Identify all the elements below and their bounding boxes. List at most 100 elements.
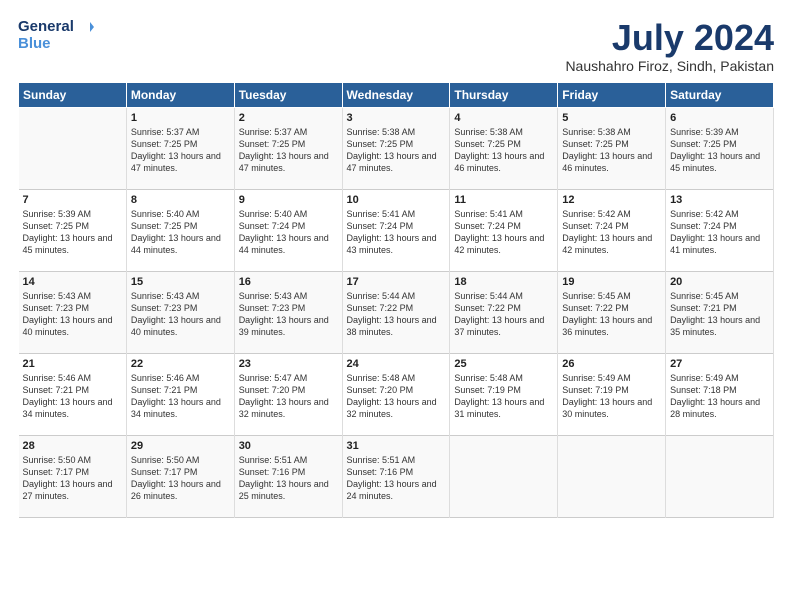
day-number: 19	[562, 276, 661, 288]
cell-daylight-info: Sunrise: 5:38 AM Sunset: 7:25 PM Dayligh…	[347, 126, 446, 175]
cell-daylight-info: Sunrise: 5:47 AM Sunset: 7:20 PM Dayligh…	[239, 372, 338, 421]
col-saturday: Saturday	[666, 82, 774, 107]
table-row	[666, 435, 774, 517]
table-row: 2 Sunrise: 5:37 AM Sunset: 7:25 PM Daylig…	[234, 107, 342, 189]
day-number: 2	[239, 112, 338, 124]
cell-daylight-info: Sunrise: 5:45 AM Sunset: 7:21 PM Dayligh…	[670, 290, 769, 339]
table-row: 12 Sunrise: 5:42 AM Sunset: 7:24 PM Dayli…	[558, 189, 666, 271]
table-row: 13 Sunrise: 5:42 AM Sunset: 7:24 PM Dayli…	[666, 189, 774, 271]
day-number: 29	[131, 440, 230, 452]
day-number: 6	[670, 112, 769, 124]
cell-daylight-info: Sunrise: 5:46 AM Sunset: 7:21 PM Dayligh…	[23, 372, 122, 421]
cell-daylight-info: Sunrise: 5:38 AM Sunset: 7:25 PM Dayligh…	[562, 126, 661, 175]
page-subtitle: Naushahro Firoz, Sindh, Pakistan	[565, 58, 774, 74]
day-number: 31	[347, 440, 446, 452]
cell-daylight-info: Sunrise: 5:48 AM Sunset: 7:20 PM Dayligh…	[347, 372, 446, 421]
table-row: 24 Sunrise: 5:48 AM Sunset: 7:20 PM Dayli…	[342, 353, 450, 435]
cell-daylight-info: Sunrise: 5:37 AM Sunset: 7:25 PM Dayligh…	[239, 126, 338, 175]
day-number: 22	[131, 358, 230, 370]
day-number: 4	[454, 112, 553, 124]
cell-daylight-info: Sunrise: 5:46 AM Sunset: 7:21 PM Dayligh…	[131, 372, 230, 421]
day-number: 9	[239, 194, 338, 206]
logo-container: General Blue	[18, 18, 94, 53]
day-number: 12	[562, 194, 661, 206]
cell-daylight-info: Sunrise: 5:41 AM Sunset: 7:24 PM Dayligh…	[454, 208, 553, 257]
table-row: 19 Sunrise: 5:45 AM Sunset: 7:22 PM Dayli…	[558, 271, 666, 353]
table-row: 4Sunrise: 5:38 AM Sunset: 7:25 PM Daylig…	[450, 107, 558, 189]
day-number: 11	[454, 194, 553, 206]
cell-daylight-info: Sunrise: 5:50 AM Sunset: 7:17 PM Dayligh…	[23, 454, 122, 503]
logo-text-general: General	[18, 19, 74, 36]
cell-daylight-info: Sunrise: 5:42 AM Sunset: 7:24 PM Dayligh…	[670, 208, 769, 257]
table-row: 28 Sunrise: 5:50 AM Sunset: 7:17 PM Dayli…	[19, 435, 127, 517]
day-number: 27	[670, 358, 769, 370]
table-row: 10 Sunrise: 5:41 AM Sunset: 7:24 PM Dayli…	[342, 189, 450, 271]
col-wednesday: Wednesday	[342, 82, 450, 107]
title-block: July 2024 Naushahro Firoz, Sindh, Pakist…	[565, 18, 774, 74]
day-number: 1	[131, 112, 230, 124]
table-row	[19, 107, 127, 189]
cell-daylight-info: Sunrise: 5:43 AM Sunset: 7:23 PM Dayligh…	[239, 290, 338, 339]
cell-daylight-info: Sunrise: 5:40 AM Sunset: 7:25 PM Dayligh…	[131, 208, 230, 257]
table-row: 30 Sunrise: 5:51 AM Sunset: 7:16 PM Dayli…	[234, 435, 342, 517]
cell-daylight-info: Sunrise: 5:48 AM Sunset: 7:19 PM Dayligh…	[454, 372, 553, 421]
cell-daylight-info: Sunrise: 5:42 AM Sunset: 7:24 PM Dayligh…	[562, 208, 661, 257]
day-number: 8	[131, 194, 230, 206]
day-number: 13	[670, 194, 769, 206]
table-row: 17 Sunrise: 5:44 AM Sunset: 7:22 PM Dayli…	[342, 271, 450, 353]
calendar-week-row: 14Sunrise: 5:43 AM Sunset: 7:23 PM Dayli…	[19, 271, 774, 353]
day-number: 21	[23, 358, 122, 370]
day-number: 25	[454, 358, 553, 370]
table-row: 25 Sunrise: 5:48 AM Sunset: 7:19 PM Dayli…	[450, 353, 558, 435]
table-row: 16 Sunrise: 5:43 AM Sunset: 7:23 PM Dayli…	[234, 271, 342, 353]
cell-daylight-info: Sunrise: 5:41 AM Sunset: 7:24 PM Dayligh…	[347, 208, 446, 257]
day-number: 23	[239, 358, 338, 370]
table-row: 21 Sunrise: 5:46 AM Sunset: 7:21 PM Dayli…	[19, 353, 127, 435]
cell-daylight-info: Sunrise: 5:44 AM Sunset: 7:22 PM Dayligh…	[347, 290, 446, 339]
cell-daylight-info: Sunrise: 5:39 AM Sunset: 7:25 PM Dayligh…	[670, 126, 769, 175]
col-tuesday: Tuesday	[234, 82, 342, 107]
table-row: 9 Sunrise: 5:40 AM Sunset: 7:24 PM Daylig…	[234, 189, 342, 271]
cell-daylight-info: Sunrise: 5:49 AM Sunset: 7:19 PM Dayligh…	[562, 372, 661, 421]
day-number: 15	[131, 276, 230, 288]
day-number: 20	[670, 276, 769, 288]
day-number: 10	[347, 194, 446, 206]
table-row: 27Sunrise: 5:49 AM Sunset: 7:18 PM Dayli…	[666, 353, 774, 435]
calendar-week-row: 7Sunrise: 5:39 AM Sunset: 7:25 PM Daylig…	[19, 189, 774, 271]
cell-daylight-info: Sunrise: 5:39 AM Sunset: 7:25 PM Dayligh…	[23, 208, 122, 257]
calendar-week-row: 28 Sunrise: 5:50 AM Sunset: 7:17 PM Dayli…	[19, 435, 774, 517]
day-number: 17	[347, 276, 446, 288]
table-row: 31Sunrise: 5:51 AM Sunset: 7:16 PM Dayli…	[342, 435, 450, 517]
table-row: 3 Sunrise: 5:38 AM Sunset: 7:25 PM Daylig…	[342, 107, 450, 189]
table-row: 26 Sunrise: 5:49 AM Sunset: 7:19 PM Dayli…	[558, 353, 666, 435]
day-number: 5	[562, 112, 661, 124]
day-number: 16	[239, 276, 338, 288]
col-sunday: Sunday	[19, 82, 127, 107]
table-row: 22 Sunrise: 5:46 AM Sunset: 7:21 PM Dayli…	[126, 353, 234, 435]
day-number: 26	[562, 358, 661, 370]
col-monday: Monday	[126, 82, 234, 107]
cell-daylight-info: Sunrise: 5:44 AM Sunset: 7:22 PM Dayligh…	[454, 290, 553, 339]
cell-daylight-info: Sunrise: 5:51 AM Sunset: 7:16 PM Dayligh…	[239, 454, 338, 503]
cell-daylight-info: Sunrise: 5:40 AM Sunset: 7:24 PM Dayligh…	[239, 208, 338, 257]
table-row: 11 Sunrise: 5:41 AM Sunset: 7:24 PM Dayli…	[450, 189, 558, 271]
day-number: 30	[239, 440, 338, 452]
table-row	[450, 435, 558, 517]
calendar-table: Sunday Monday Tuesday Wednesday Thursday…	[18, 82, 774, 518]
header-row: Sunday Monday Tuesday Wednesday Thursday…	[19, 82, 774, 107]
cell-daylight-info: Sunrise: 5:45 AM Sunset: 7:22 PM Dayligh…	[562, 290, 661, 339]
col-thursday: Thursday	[450, 82, 558, 107]
table-row: 7Sunrise: 5:39 AM Sunset: 7:25 PM Daylig…	[19, 189, 127, 271]
day-number: 28	[23, 440, 122, 452]
cell-daylight-info: Sunrise: 5:37 AM Sunset: 7:25 PM Dayligh…	[131, 126, 230, 175]
day-number: 24	[347, 358, 446, 370]
day-number: 3	[347, 112, 446, 124]
cell-daylight-info: Sunrise: 5:43 AM Sunset: 7:23 PM Dayligh…	[131, 290, 230, 339]
day-number: 18	[454, 276, 553, 288]
table-row: 5 Sunrise: 5:38 AM Sunset: 7:25 PM Daylig…	[558, 107, 666, 189]
cell-daylight-info: Sunrise: 5:50 AM Sunset: 7:17 PM Dayligh…	[131, 454, 230, 503]
table-row: 1 Sunrise: 5:37 AM Sunset: 7:25 PM Daylig…	[126, 107, 234, 189]
table-row: 18 Sunrise: 5:44 AM Sunset: 7:22 PM Dayli…	[450, 271, 558, 353]
table-row: 6 Sunrise: 5:39 AM Sunset: 7:25 PM Daylig…	[666, 107, 774, 189]
table-row: 23 Sunrise: 5:47 AM Sunset: 7:20 PM Dayli…	[234, 353, 342, 435]
